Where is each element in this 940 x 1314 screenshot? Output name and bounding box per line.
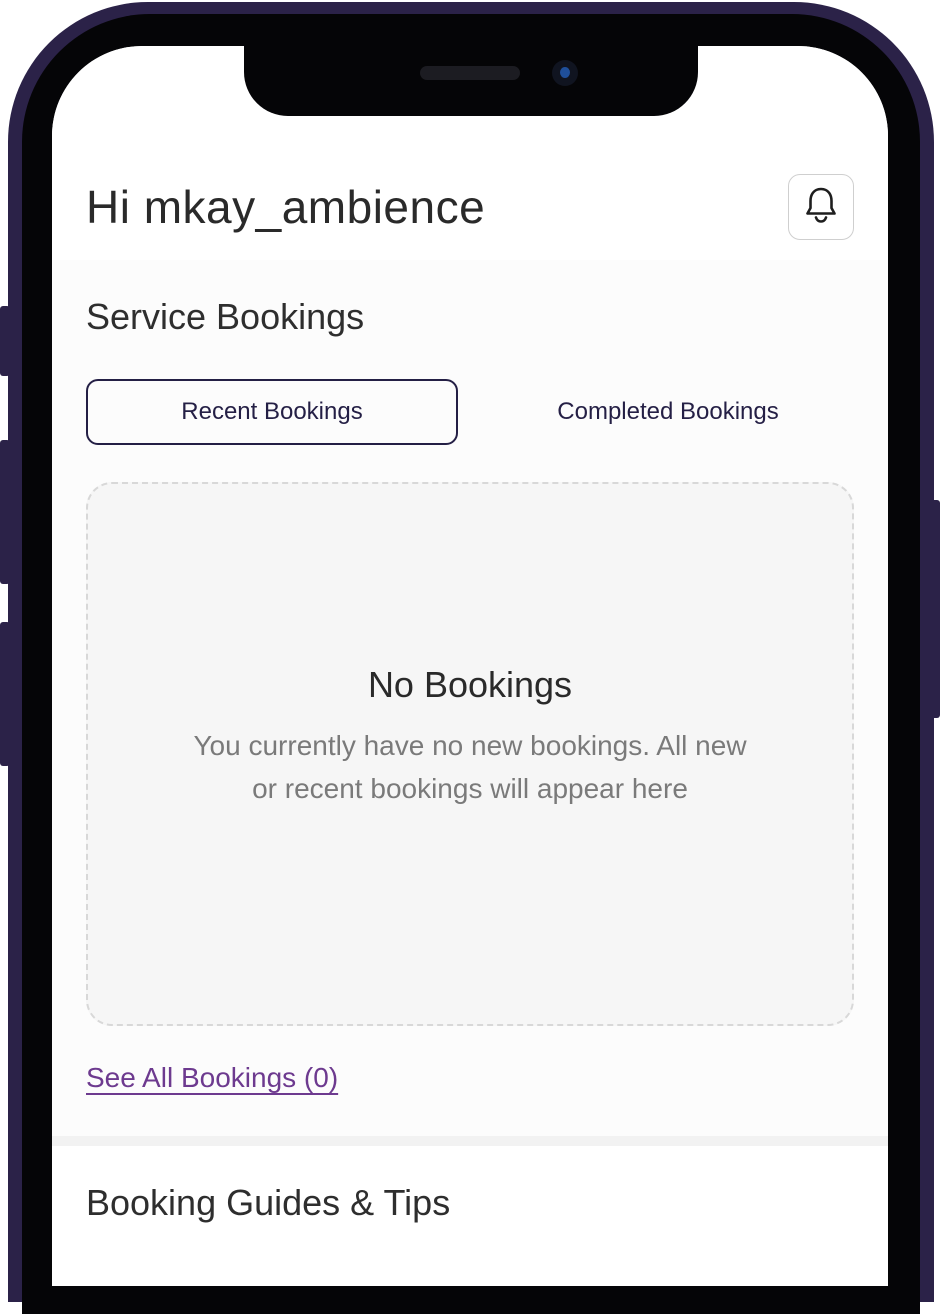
guides-section: Booking Guides & Tips <box>52 1146 888 1286</box>
empty-state-description: You currently have no new bookings. All … <box>193 730 747 804</box>
side-button-volume-up <box>0 440 10 584</box>
speaker-grille <box>420 66 520 80</box>
bookings-empty-state: No Bookings You currently have no new bo… <box>86 482 854 1026</box>
front-camera <box>552 60 578 86</box>
greeting-title: Hi mkay_ambience <box>86 181 486 233</box>
empty-state-title: No Bookings <box>367 664 573 705</box>
guides-section-title: Booking Guides & Tips <box>86 1182 451 1223</box>
bell-icon <box>804 186 838 229</box>
section-divider <box>52 1136 888 1146</box>
bookings-section-title: Service Bookings <box>86 296 365 337</box>
see-all-bookings-link[interactable]: See All Bookings (0) <box>86 1062 338 1094</box>
side-button-silent <box>0 306 10 376</box>
tab-recent-bookings[interactable]: Recent Bookings <box>86 379 458 445</box>
side-button-volume-down <box>0 622 10 766</box>
side-button-power <box>930 500 940 718</box>
app-screen: Hi mkay_ambience Service Bookings Recent… <box>52 46 888 1286</box>
tab-completed-bookings[interactable]: Completed Bookings <box>482 379 854 445</box>
notifications-button[interactable] <box>788 174 854 240</box>
